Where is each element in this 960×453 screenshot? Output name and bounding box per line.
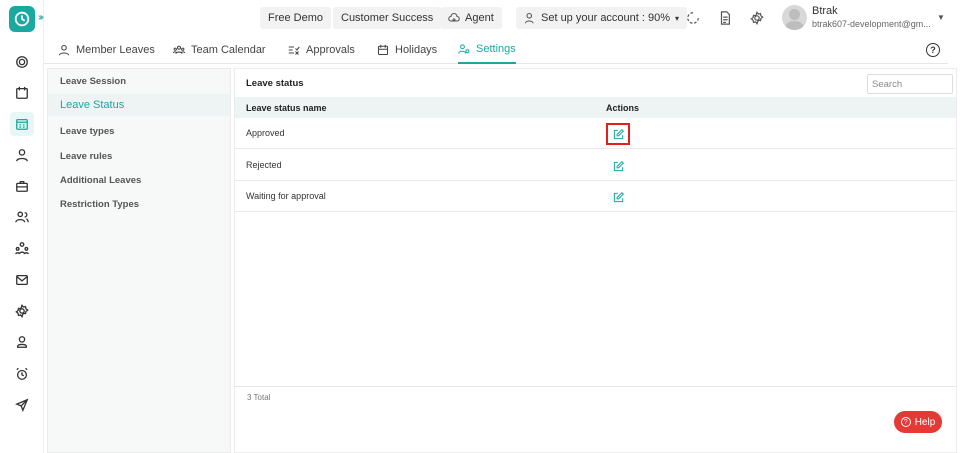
menu-item-leave-status[interactable]: Leave Status [48, 94, 230, 116]
tab-label: Team Calendar [191, 44, 266, 56]
status-name: Approved [246, 128, 285, 138]
tab-holidays[interactable]: Holidays [377, 36, 437, 64]
table-header: Leave status name Actions [235, 97, 956, 118]
free-demo-button[interactable]: Free Demo [260, 7, 332, 29]
users-icon[interactable] [10, 205, 34, 229]
team-icon [173, 45, 185, 54]
menu-item-additional-leaves[interactable]: Additional Leaves [48, 169, 230, 191]
settings-menu: Leave Session Leave Status Leave types L… [47, 68, 231, 453]
table-footer-divider [235, 386, 956, 387]
setup-account-button[interactable]: Set up your account : 90% ▾ [516, 7, 688, 29]
person-setup-icon [524, 12, 534, 24]
org-chart-icon[interactable] [10, 236, 34, 260]
agent-label: Agent [465, 12, 494, 24]
customer-success-button[interactable]: Customer Success [333, 7, 442, 29]
free-demo-label: Free Demo [268, 12, 324, 24]
settings-users-icon [458, 44, 470, 54]
help-button[interactable]: ? Help [894, 411, 942, 433]
tab-label: Holidays [395, 44, 438, 56]
help-label: Help [914, 416, 936, 428]
edit-button[interactable] [606, 123, 630, 145]
clock-logo-icon [14, 11, 30, 27]
calendar-icon[interactable] [10, 81, 34, 105]
table-row: Waiting for approval [235, 181, 956, 212]
customer-success-label: Customer Success [341, 12, 434, 24]
dashboard-icon[interactable] [10, 50, 34, 74]
user-icon [58, 44, 70, 56]
app-logo[interactable] [9, 6, 35, 32]
avatar[interactable] [782, 5, 807, 30]
leave-status-panel: Leave status Leave status name Actions A… [234, 68, 957, 453]
status-name: Rejected [246, 160, 282, 170]
cloud-icon [448, 13, 460, 22]
menu-item-leave-types[interactable]: Leave types [48, 120, 230, 142]
edit-icon [613, 160, 624, 171]
status-name: Waiting for approval [246, 191, 326, 201]
settings-gear-icon[interactable] [749, 10, 765, 26]
approvals-icon [288, 46, 300, 55]
tab-label: Settings [476, 43, 516, 55]
tab-team-calendar[interactable]: Team Calendar [173, 36, 266, 64]
table-row: Approved [235, 118, 956, 149]
leave-tabs: Member Leaves Team Calendar Approvals Ho… [44, 36, 948, 64]
setup-label: Set up your account : 90% [541, 12, 671, 24]
table-row: Rejected [235, 150, 956, 181]
alarm-clock-icon[interactable] [10, 362, 34, 386]
user-name: Btrak [812, 5, 838, 17]
tab-label: Approvals [306, 44, 355, 56]
user-menu-caret-icon[interactable]: ▼ [937, 13, 945, 22]
calendar-icon [377, 44, 389, 56]
agent-button[interactable]: Agent [440, 7, 502, 29]
gear-icon[interactable] [10, 299, 34, 323]
tab-member-leaves[interactable]: Member Leaves [58, 36, 155, 64]
document-icon[interactable] [717, 10, 733, 26]
chevron-down-icon: ▾ [675, 13, 680, 23]
edit-icon [613, 128, 624, 139]
question-mark-icon[interactable]: ? [926, 43, 940, 57]
menu-item-leave-session[interactable]: Leave Session [48, 70, 230, 92]
expand-rail-icon[interactable]: ››› [38, 12, 44, 23]
tab-settings[interactable]: Settings [458, 36, 516, 64]
edit-icon [613, 191, 624, 202]
tab-label: Member Leaves [76, 44, 155, 56]
edit-button[interactable] [608, 157, 628, 175]
sync-icon[interactable] [685, 10, 701, 26]
help-question-icon: ? [900, 417, 911, 427]
left-rail: ››› [0, 0, 44, 453]
briefcase-icon[interactable] [10, 174, 34, 198]
mail-icon[interactable] [10, 268, 34, 292]
column-header-actions: Actions [606, 103, 640, 113]
user-icon[interactable] [10, 143, 34, 167]
tab-approvals[interactable]: Approvals [288, 36, 355, 64]
menu-item-restriction-types[interactable]: Restriction Types [48, 193, 230, 215]
panel-title: Leave status [246, 78, 304, 89]
search-input[interactable] [867, 74, 953, 94]
leave-calendar-icon[interactable] [10, 112, 34, 136]
send-icon[interactable] [10, 393, 34, 417]
column-header-name: Leave status name [246, 103, 327, 113]
user-email: btrak607-development@gm... [812, 19, 931, 29]
edit-button[interactable] [608, 188, 628, 206]
total-count: 3 Total [247, 393, 271, 402]
profile-badge-icon[interactable] [10, 330, 34, 354]
menu-item-leave-rules[interactable]: Leave rules [48, 145, 230, 167]
